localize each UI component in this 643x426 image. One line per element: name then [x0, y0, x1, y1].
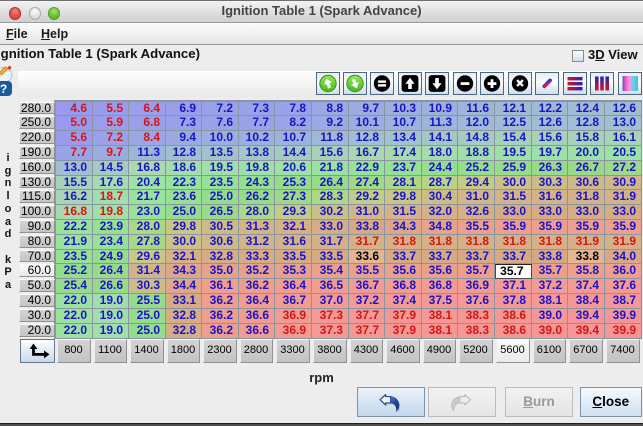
svg-text:?: ?	[0, 82, 7, 96]
